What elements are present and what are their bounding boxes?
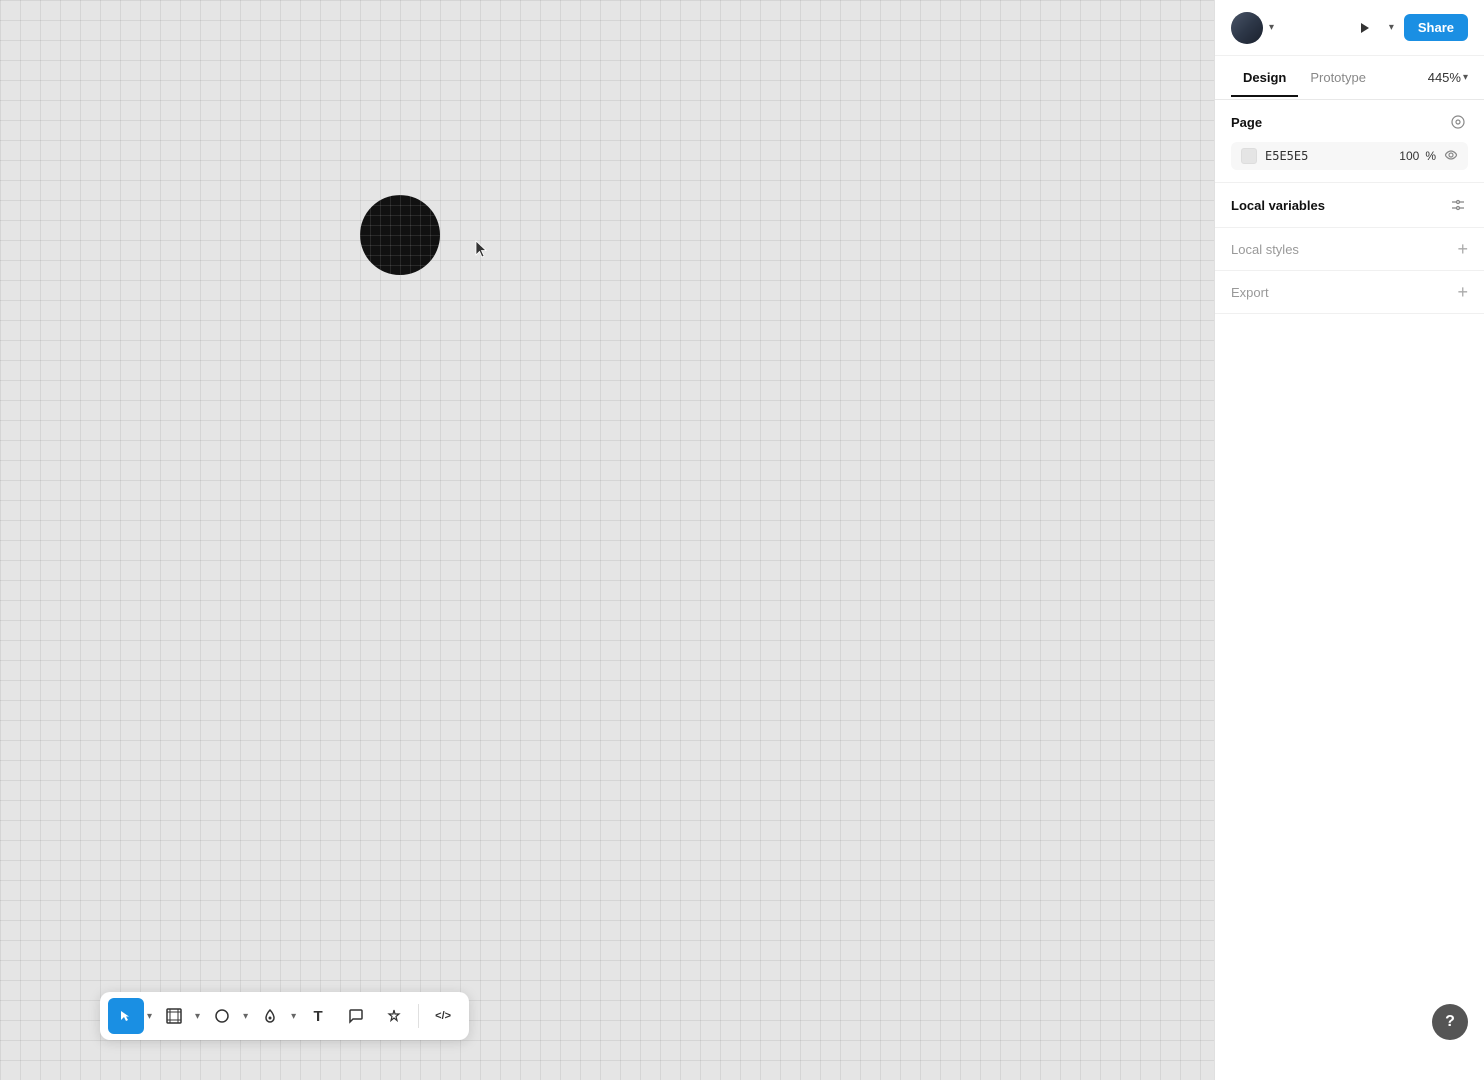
local-variables-title: Local variables bbox=[1231, 198, 1325, 213]
user-avatar-section[interactable]: ▾ bbox=[1231, 12, 1274, 44]
ai-tool-button[interactable] bbox=[376, 998, 412, 1034]
pen-tool-group[interactable]: ▾ bbox=[252, 998, 298, 1034]
panel-header: ▾ ▾ Share bbox=[1215, 0, 1484, 56]
local-variables-header[interactable]: Local variables bbox=[1231, 195, 1468, 215]
text-tool-icon: T bbox=[314, 1008, 323, 1025]
panel-content: Page E5E5E5 100 % bbox=[1215, 100, 1484, 1080]
bottom-toolbar: ▾ ▾ ▾ bbox=[100, 992, 469, 1040]
circle-shape[interactable] bbox=[360, 195, 440, 275]
local-variables-section: Local variables bbox=[1215, 183, 1484, 228]
local-variables-settings-icon[interactable] bbox=[1448, 195, 1468, 215]
frame-tool-button[interactable] bbox=[156, 998, 192, 1034]
code-icon: </> bbox=[435, 1010, 451, 1022]
right-panel: ▾ ▾ Share Design Prototype 445% ▾ Page bbox=[1214, 0, 1484, 1080]
pen-tool-button[interactable] bbox=[252, 998, 288, 1034]
page-opacity-value: 100 bbox=[1399, 149, 1419, 163]
panel-tabs: Design Prototype 445% ▾ bbox=[1215, 56, 1484, 100]
select-tool-button[interactable] bbox=[108, 998, 144, 1034]
avatar-image bbox=[1231, 12, 1263, 44]
page-color-hex: E5E5E5 bbox=[1265, 149, 1399, 163]
header-actions: ▾ Share bbox=[1351, 14, 1468, 42]
select-tool-dropdown[interactable]: ▾ bbox=[145, 1007, 154, 1026]
tab-design[interactable]: Design bbox=[1231, 60, 1298, 97]
canvas[interactable]: ▾ ▾ ▾ bbox=[0, 0, 1214, 1080]
play-dropdown-arrow[interactable]: ▾ bbox=[1387, 18, 1396, 37]
tab-prototype[interactable]: Prototype bbox=[1298, 60, 1378, 97]
play-button[interactable] bbox=[1351, 14, 1379, 42]
select-tool-group[interactable]: ▾ bbox=[108, 998, 154, 1034]
export-title: Export bbox=[1231, 285, 1269, 300]
cursor-icon bbox=[475, 240, 491, 256]
shape-tool-dropdown[interactable]: ▾ bbox=[241, 1007, 250, 1026]
page-visibility-toggle[interactable] bbox=[1444, 149, 1458, 163]
tabs-container: Design Prototype bbox=[1231, 60, 1378, 96]
zoom-value: 445% bbox=[1428, 70, 1461, 85]
page-section-header[interactable]: Page bbox=[1231, 112, 1468, 132]
zoom-dropdown-arrow[interactable]: ▾ bbox=[1463, 72, 1468, 83]
local-styles-title: Local styles bbox=[1231, 242, 1299, 257]
help-button[interactable]: ? bbox=[1432, 1004, 1468, 1040]
pen-tool-dropdown[interactable]: ▾ bbox=[289, 1007, 298, 1026]
avatar bbox=[1231, 12, 1263, 44]
page-section: Page E5E5E5 100 % bbox=[1215, 100, 1484, 183]
page-color-row[interactable]: E5E5E5 100 % bbox=[1231, 142, 1468, 170]
share-button[interactable]: Share bbox=[1404, 14, 1468, 41]
frame-tool-group[interactable]: ▾ bbox=[156, 998, 202, 1034]
frame-tool-dropdown[interactable]: ▾ bbox=[193, 1007, 202, 1026]
code-button[interactable]: </> bbox=[425, 998, 461, 1034]
export-add-button[interactable]: + bbox=[1457, 283, 1468, 301]
page-settings-icon[interactable] bbox=[1448, 112, 1468, 132]
comment-tool-button[interactable] bbox=[338, 998, 374, 1034]
page-color-swatch bbox=[1241, 148, 1257, 164]
shape-tool-group[interactable]: ▾ bbox=[204, 998, 250, 1034]
text-tool-button[interactable]: T bbox=[300, 998, 336, 1034]
page-section-title: Page bbox=[1231, 115, 1262, 130]
local-styles-section: Local styles + bbox=[1215, 228, 1484, 271]
local-styles-header[interactable]: Local styles + bbox=[1231, 240, 1468, 258]
zoom-section[interactable]: 445% ▾ bbox=[1428, 70, 1468, 85]
local-styles-add-button[interactable]: + bbox=[1457, 240, 1468, 258]
toolbar-separator bbox=[418, 1004, 419, 1028]
export-section-header[interactable]: Export + bbox=[1231, 283, 1468, 301]
avatar-dropdown-arrow[interactable]: ▾ bbox=[1269, 22, 1274, 33]
export-section: Export + bbox=[1215, 271, 1484, 314]
shape-tool-button[interactable] bbox=[204, 998, 240, 1034]
page-opacity-unit: % bbox=[1425, 149, 1436, 163]
